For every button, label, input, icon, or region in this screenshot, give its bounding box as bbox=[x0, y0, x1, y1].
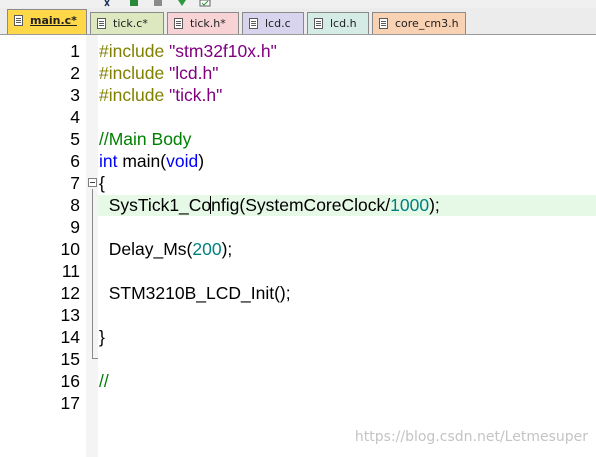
preprocessor-directive: #include bbox=[99, 85, 170, 105]
fold-guide bbox=[92, 189, 93, 359]
code-line: #include "tick.h" bbox=[99, 84, 222, 106]
collapse-icon[interactable] bbox=[88, 178, 97, 187]
tab-tick-h[interactable]: tick.h* bbox=[167, 12, 239, 34]
code-text: STM3210B_LCD_Init(); bbox=[99, 283, 291, 303]
string-literal: "lcd.h" bbox=[169, 63, 219, 83]
line-number: 7 bbox=[70, 173, 80, 193]
tab-main-c[interactable]: main.c* bbox=[7, 9, 87, 34]
build-icon[interactable] bbox=[128, 0, 140, 7]
tab-label: tick.h* bbox=[190, 17, 226, 30]
number-literal: 1000 bbox=[390, 195, 430, 215]
keyword: int bbox=[99, 151, 118, 171]
file-icon bbox=[314, 18, 323, 29]
code-text: Delay_Ms( bbox=[99, 239, 193, 259]
file-icon bbox=[97, 18, 106, 29]
code-line: #include "lcd.h" bbox=[99, 62, 218, 84]
code-text: ) bbox=[198, 151, 205, 171]
comment: //Main Body bbox=[99, 129, 192, 149]
code-text: ); bbox=[429, 195, 440, 215]
tab-lcd-h[interactable]: lcd.h bbox=[307, 12, 369, 34]
code-line: //Main Body bbox=[99, 128, 191, 150]
code-text: { bbox=[99, 173, 105, 193]
tab-label: main.c* bbox=[30, 14, 77, 27]
tab-tick-c[interactable]: tick.c* bbox=[90, 12, 164, 34]
file-icon bbox=[14, 15, 23, 26]
number-literal: 200 bbox=[192, 239, 222, 259]
keyword: void bbox=[166, 151, 199, 171]
preprocessor-directive: #include bbox=[99, 41, 170, 61]
file-icon bbox=[249, 18, 258, 29]
tab-label: lcd.h bbox=[330, 17, 357, 30]
code-text: nfig(SystemCoreClock/ bbox=[211, 195, 391, 215]
file-icon bbox=[379, 18, 388, 29]
code-editor[interactable]: 1 2 3 4 5 6 7 8 9 10 11 12 13 14 15 16 1… bbox=[0, 35, 596, 457]
string-literal: "tick.h" bbox=[169, 85, 223, 105]
code-line: // bbox=[99, 370, 109, 392]
line-number: 10 bbox=[60, 239, 80, 259]
code-line: int main(void) bbox=[99, 150, 204, 172]
load-icon[interactable] bbox=[152, 0, 164, 7]
fold-guide-end bbox=[92, 358, 98, 359]
code-line: #include "stm32f10x.h" bbox=[99, 40, 277, 62]
code-text: ); bbox=[221, 239, 233, 259]
code-line: SysTick1_Config(SystemCoreClock/1000); bbox=[99, 194, 440, 216]
debug-icon[interactable] bbox=[176, 0, 188, 7]
string-literal: "stm32f10x.h" bbox=[169, 41, 277, 61]
line-number: 9 bbox=[70, 217, 80, 237]
line-number: 17 bbox=[60, 393, 80, 413]
tab-label: lcd.c bbox=[265, 17, 291, 30]
line-number: 12 bbox=[60, 283, 80, 303]
line-number: 1 bbox=[70, 41, 80, 61]
file-icon bbox=[174, 18, 183, 29]
line-number-gutter: 1 2 3 4 5 6 7 8 9 10 11 12 13 14 15 16 1… bbox=[0, 35, 86, 457]
line-number: 13 bbox=[60, 305, 80, 325]
watermark: https://blog.csdn.net/Letmesuper bbox=[354, 429, 588, 445]
toolbar bbox=[0, 0, 596, 8]
code-line: Delay_Ms(200); bbox=[99, 238, 233, 260]
tab-label: tick.c* bbox=[113, 17, 148, 30]
toolbar-icon[interactable] bbox=[104, 0, 116, 7]
line-number: 11 bbox=[61, 261, 80, 281]
code-line: } bbox=[99, 326, 105, 348]
preprocessor-directive: #include bbox=[99, 63, 170, 83]
line-number: 15 bbox=[60, 349, 80, 369]
tab-label: core_cm3.h bbox=[395, 17, 459, 30]
line-number: 8 bbox=[70, 195, 80, 215]
code-line: STM3210B_LCD_Init(); bbox=[99, 282, 291, 304]
code-text: main( bbox=[117, 151, 167, 171]
line-number: 16 bbox=[60, 371, 80, 391]
comment: // bbox=[99, 371, 109, 391]
code-line: { bbox=[99, 172, 105, 194]
line-number: 2 bbox=[70, 63, 80, 83]
line-number: 6 bbox=[70, 151, 80, 171]
tab-lcd-c[interactable]: lcd.c bbox=[242, 12, 304, 34]
line-number: 14 bbox=[60, 327, 80, 347]
code-text: SysTick1_Co bbox=[99, 195, 212, 215]
line-number: 4 bbox=[70, 107, 80, 127]
line-number: 5 bbox=[70, 129, 80, 149]
code-text: } bbox=[99, 327, 105, 347]
line-number: 3 bbox=[70, 85, 80, 105]
tab-core-cm3-h[interactable]: core_cm3.h bbox=[372, 12, 466, 34]
file-tab-bar: main.c* tick.c* tick.h* lcd.c lcd.h core… bbox=[0, 8, 596, 35]
check-icon[interactable] bbox=[199, 0, 211, 7]
